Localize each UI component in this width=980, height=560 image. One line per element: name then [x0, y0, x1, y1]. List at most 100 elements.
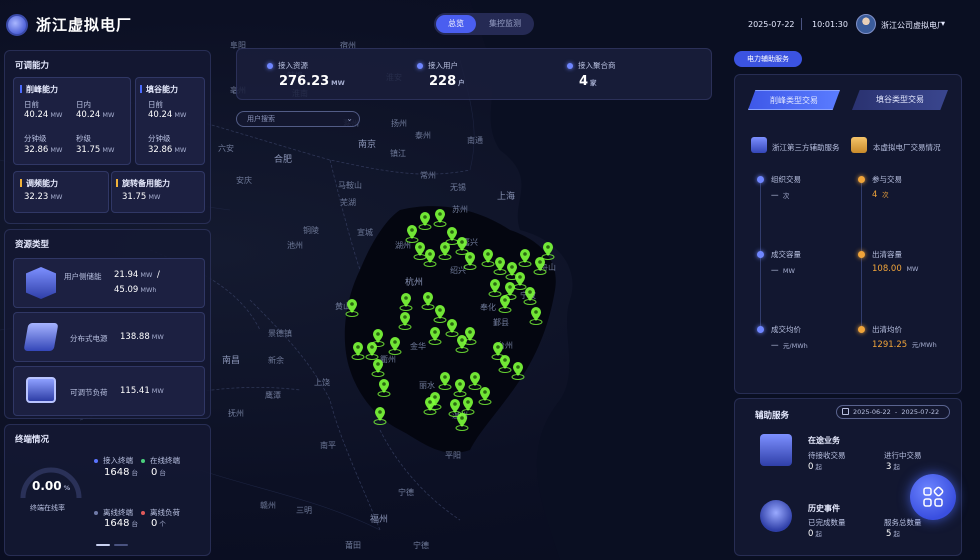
aux-value: 3起 [886, 462, 900, 472]
map-pin-icon[interactable] [418, 211, 432, 234]
map-pin-icon[interactable] [377, 378, 391, 401]
logo-icon [6, 14, 28, 36]
metric-value: 32.86 MW [24, 145, 63, 155]
city-label: 莆田 [345, 541, 361, 550]
map-pin-icon[interactable] [413, 241, 427, 264]
map-pin-icon[interactable] [423, 396, 437, 419]
adjustable-panel: 可调能力 削峰能力 日前 40.24 MW 日内 40.24 MW 分钟级 32.8… [4, 50, 211, 224]
pager-dot-active[interactable] [96, 544, 110, 546]
pin-svg [541, 242, 555, 260]
tab-valley-trade[interactable]: 填谷类型交易 [852, 90, 948, 110]
online-rate-label: 终端在线率 [30, 504, 65, 512]
resource-separator: / [157, 270, 160, 280]
pin-svg [463, 252, 477, 270]
timeline-dot [858, 251, 865, 258]
card-title: 调频能力 [20, 178, 58, 189]
stat-label: 接入聚合商 [578, 61, 616, 70]
map-pin-icon[interactable] [345, 298, 359, 321]
pin-svg [377, 379, 391, 397]
metric-value: 31.75 MW [122, 192, 161, 202]
city-label: 南通 [467, 136, 483, 145]
panel-title: 资源类型 [15, 240, 50, 250]
peak-card: 削峰能力 日前 40.24 MW 日内 40.24 MW 分钟级 32.86 MW 秒… [13, 77, 131, 165]
timeline-dot [757, 326, 764, 333]
terminal-value: 0台 [151, 467, 166, 478]
resource-item[interactable]: 用户侧储能 21.94 MW / 45.09 MWh [13, 258, 205, 308]
pin-svg [413, 242, 427, 260]
apps-grid-button[interactable] [910, 474, 956, 520]
map-pin-icon[interactable] [518, 248, 532, 271]
status-dot [94, 459, 98, 463]
city-label: 抚州 [228, 409, 244, 418]
stat-value: 276.23 MW [279, 74, 345, 89]
pager-dot[interactable] [114, 544, 128, 546]
map-pin-icon[interactable] [541, 241, 555, 264]
top-stats-panel: 接入资源 276.23 MW 接入用户 228 户 接入聚合商 4家 [236, 48, 712, 100]
city-label: 上海 [497, 192, 516, 202]
trade-label: 出清均价 [872, 325, 902, 334]
map-pin-icon[interactable] [463, 251, 477, 274]
map-pin-icon[interactable] [388, 336, 402, 359]
tab-overview[interactable]: 总览 [436, 15, 476, 33]
avatar[interactable] [856, 14, 876, 34]
org-name[interactable]: 浙江公司虚拟电厂 [881, 20, 945, 31]
trade-label: 成交均价 [771, 325, 801, 334]
pin-svg [511, 362, 525, 380]
pin-svg [438, 372, 452, 390]
status-dot [141, 511, 145, 515]
stat-dot [567, 63, 573, 69]
city-label: 常州 [420, 171, 436, 180]
pin-svg [455, 413, 469, 431]
calendar-icon[interactable] [842, 408, 849, 415]
spin-card: 旋转备用能力 31.75 MW [111, 171, 205, 213]
terminal-label: 离线负荷 [150, 508, 180, 517]
map-pin-icon[interactable] [498, 294, 512, 317]
resource-item[interactable]: 分布式电源 138.88 MW [13, 312, 205, 362]
terminal-label: 离线终端 [103, 508, 133, 517]
map-pin-icon[interactable] [351, 341, 365, 364]
metric-label: 分钟级 [148, 134, 171, 143]
map-pin-icon[interactable] [373, 406, 387, 429]
date-range-picker[interactable]: 2025-06-22 - 2025-07-22 [836, 405, 950, 419]
chevron-down-icon[interactable]: ▾ [941, 19, 945, 28]
city-label: 景德镇 [268, 329, 292, 338]
stat-dot [267, 63, 273, 69]
resources-panel: 资源类型 用户侧储能 21.94 MW / 45.09 MWh 分布式电源 138.… [4, 229, 211, 419]
panel-title: 终端情况 [15, 435, 50, 445]
map-pin-icon[interactable] [463, 326, 477, 349]
terminal-label: 接入终端 [103, 456, 133, 465]
trade-value: 1291.25 元/MWh [872, 340, 937, 350]
map-pin-icon[interactable] [498, 354, 512, 377]
tab-peak-trade[interactable]: 削峰类型交易 [748, 90, 840, 110]
city-label: 福州 [370, 515, 389, 525]
section-title: 在途业务 [808, 436, 840, 445]
header-time: 10:01:30 [812, 20, 848, 29]
pin-svg [478, 387, 492, 405]
pin-svg [529, 307, 543, 325]
map-pin-icon[interactable] [478, 386, 492, 409]
card-title: 填谷能力 [140, 84, 178, 95]
map-pin-icon[interactable] [511, 361, 525, 384]
main-nav: 总览 集控监测 [434, 13, 534, 35]
user-search-input[interactable]: 用户搜索 ⌄ [236, 111, 360, 127]
pin-svg [518, 249, 532, 267]
metric-value: 32.23 MW [24, 192, 63, 202]
tab-monitoring[interactable]: 集控监测 [478, 15, 532, 33]
city-label: 马鞍山 [338, 181, 362, 190]
map-pin-icon[interactable] [438, 241, 452, 264]
aux-value: 0起 [808, 462, 822, 472]
stat-label: 接入资源 [278, 61, 308, 70]
city-label: 南昌 [222, 356, 241, 366]
map-pin-icon[interactable] [399, 292, 413, 315]
map-pin-icon[interactable] [529, 306, 543, 329]
resource-item[interactable]: 可调节负荷 115.41 MW [13, 366, 205, 416]
city-label: 扬州 [391, 119, 407, 128]
chevron-down-icon[interactable]: ⌄ [346, 112, 353, 126]
map-pin-icon[interactable] [428, 326, 442, 349]
grid-icon [923, 486, 944, 507]
briefcase-icon [851, 137, 867, 153]
valley-card: 填谷能力 日前 40.24 MW 分钟级 32.86 MW [135, 77, 205, 165]
source-label: 浙江第三方辅助服务 [772, 143, 840, 152]
trade-value: 一 元/MWh [771, 341, 808, 350]
map-pin-icon[interactable] [455, 412, 469, 435]
